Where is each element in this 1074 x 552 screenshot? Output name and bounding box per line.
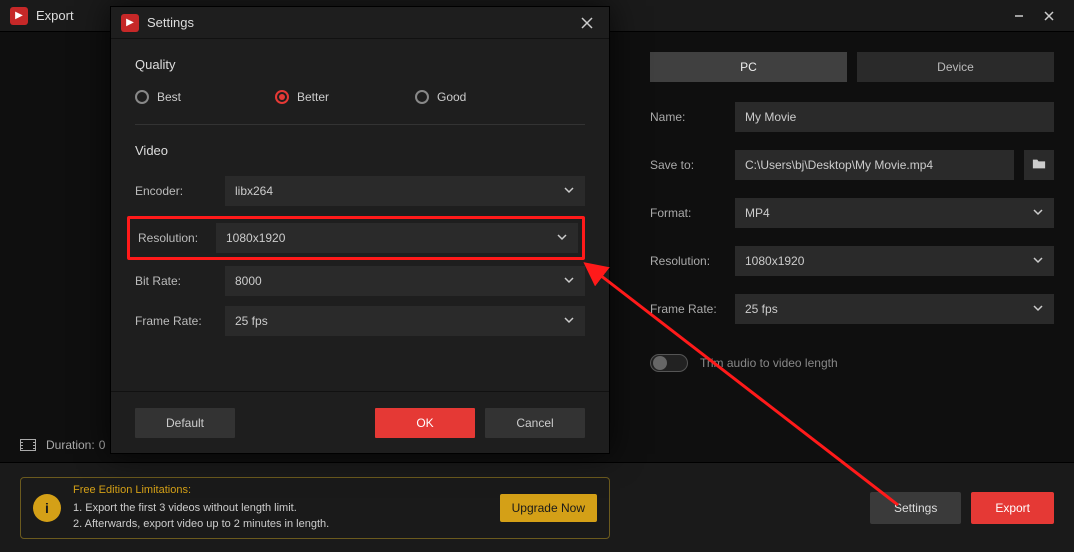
- bitrate-select[interactable]: 8000: [225, 266, 585, 296]
- folder-icon: [1032, 157, 1046, 174]
- export-footer: i Free Edition Limitations: 1. Export th…: [0, 462, 1074, 552]
- format-value: MP4: [745, 206, 770, 220]
- name-value: My Movie: [745, 110, 796, 124]
- quality-good-radio[interactable]: Good: [415, 90, 555, 104]
- bitrate-label: Bit Rate:: [135, 274, 225, 288]
- duration-value: 0: [99, 438, 106, 452]
- export-right-panel: PC Device Name: My Movie Save to: C:\Use…: [650, 52, 1054, 372]
- chevron-down-icon: [563, 314, 575, 329]
- quality-best-radio[interactable]: Best: [135, 90, 275, 104]
- app-icon: ▶: [121, 14, 139, 32]
- chevron-down-icon: [563, 274, 575, 289]
- tab-pc-label: PC: [740, 60, 757, 74]
- chevron-down-icon: [1032, 302, 1044, 317]
- dialog-close-button[interactable]: [575, 11, 599, 35]
- bitrate-value: 8000: [235, 274, 262, 288]
- radio-icon: [415, 90, 429, 104]
- saveto-input[interactable]: C:\Users\bj\Desktop\My Movie.mp4: [735, 150, 1014, 180]
- radio-icon: [275, 90, 289, 104]
- dialog-title: Settings: [147, 15, 194, 30]
- encoder-select[interactable]: libx264: [225, 176, 585, 206]
- limitations-line1: 1. Export the first 3 videos without len…: [73, 500, 329, 517]
- minimize-button[interactable]: [1004, 1, 1034, 31]
- chevron-down-icon: [1032, 254, 1044, 269]
- chevron-down-icon: [1032, 206, 1044, 221]
- export-label: Export: [995, 501, 1030, 515]
- format-select[interactable]: MP4: [735, 198, 1054, 228]
- framerate-value: 25 fps: [745, 302, 778, 316]
- settings-dialog: ▶ Settings Quality Best Better Good Vide…: [110, 6, 610, 454]
- dialog-footer: Default OK Cancel: [111, 391, 609, 453]
- chevron-down-icon: [563, 184, 575, 199]
- dialog-resolution-select[interactable]: 1080x1920: [216, 223, 578, 253]
- limitations-box: i Free Edition Limitations: 1. Export th…: [20, 477, 610, 539]
- encoder-label: Encoder:: [135, 184, 225, 198]
- trim-audio-label: Trim audio to video length: [700, 356, 838, 370]
- format-label: Format:: [650, 206, 725, 220]
- framerate-select[interactable]: 25 fps: [735, 294, 1054, 324]
- quality-better-radio[interactable]: Better: [275, 90, 415, 104]
- tab-device-label: Device: [937, 60, 974, 74]
- quality-section-title: Quality: [135, 57, 585, 72]
- framerate-label: Frame Rate:: [650, 302, 725, 316]
- settings-label: Settings: [894, 501, 937, 515]
- dialog-titlebar: ▶ Settings: [111, 7, 609, 39]
- default-label: Default: [166, 416, 204, 430]
- ok-button[interactable]: OK: [375, 408, 475, 438]
- dialog-framerate-label: Frame Rate:: [135, 314, 225, 328]
- resolution-select[interactable]: 1080x1920: [735, 246, 1054, 276]
- film-icon: [20, 439, 36, 451]
- export-title: Export: [36, 8, 74, 23]
- export-button[interactable]: Export: [971, 492, 1054, 524]
- close-button[interactable]: [1034, 1, 1064, 31]
- name-input[interactable]: My Movie: [735, 102, 1054, 132]
- default-button[interactable]: Default: [135, 408, 235, 438]
- dialog-resolution-value: 1080x1920: [226, 231, 285, 245]
- tab-pc[interactable]: PC: [650, 52, 847, 82]
- resolution-value: 1080x1920: [745, 254, 804, 268]
- cancel-label: Cancel: [516, 416, 553, 430]
- dialog-framerate-select[interactable]: 25 fps: [225, 306, 585, 336]
- quality-good-label: Good: [437, 90, 466, 104]
- upgrade-label: Upgrade Now: [512, 501, 585, 515]
- trim-audio-toggle[interactable]: [650, 354, 688, 372]
- duration-label: Duration:: [46, 438, 95, 452]
- chevron-down-icon: [556, 231, 568, 246]
- settings-button[interactable]: Settings: [870, 492, 961, 524]
- encoder-value: libx264: [235, 184, 273, 198]
- app-icon: ▶: [10, 7, 28, 25]
- dialog-body: Quality Best Better Good Video Encoder: …: [111, 39, 609, 391]
- browse-button[interactable]: [1024, 150, 1054, 180]
- saveto-label: Save to:: [650, 158, 725, 172]
- resolution-label: Resolution:: [650, 254, 725, 268]
- ok-label: OK: [416, 416, 433, 430]
- duration-row: Duration: 0: [20, 438, 105, 452]
- resolution-highlight: Resolution: 1080x1920: [127, 216, 585, 260]
- dialog-framerate-value: 25 fps: [235, 314, 268, 328]
- radio-icon: [135, 90, 149, 104]
- quality-better-label: Better: [297, 90, 329, 104]
- saveto-value: C:\Users\bj\Desktop\My Movie.mp4: [745, 158, 933, 172]
- quality-best-label: Best: [157, 90, 181, 104]
- tab-device[interactable]: Device: [857, 52, 1054, 82]
- video-section-title: Video: [135, 143, 585, 158]
- dialog-resolution-label: Resolution:: [132, 231, 216, 245]
- limitations-text: Free Edition Limitations: 1. Export the …: [73, 482, 329, 533]
- divider: [135, 124, 585, 125]
- cancel-button[interactable]: Cancel: [485, 408, 585, 438]
- info-icon: i: [33, 494, 61, 522]
- limitations-header: Free Edition Limitations:: [73, 482, 329, 499]
- limitations-line2: 2. Afterwards, export video up to 2 minu…: [73, 516, 329, 533]
- name-label: Name:: [650, 110, 725, 124]
- upgrade-button[interactable]: Upgrade Now: [500, 494, 597, 522]
